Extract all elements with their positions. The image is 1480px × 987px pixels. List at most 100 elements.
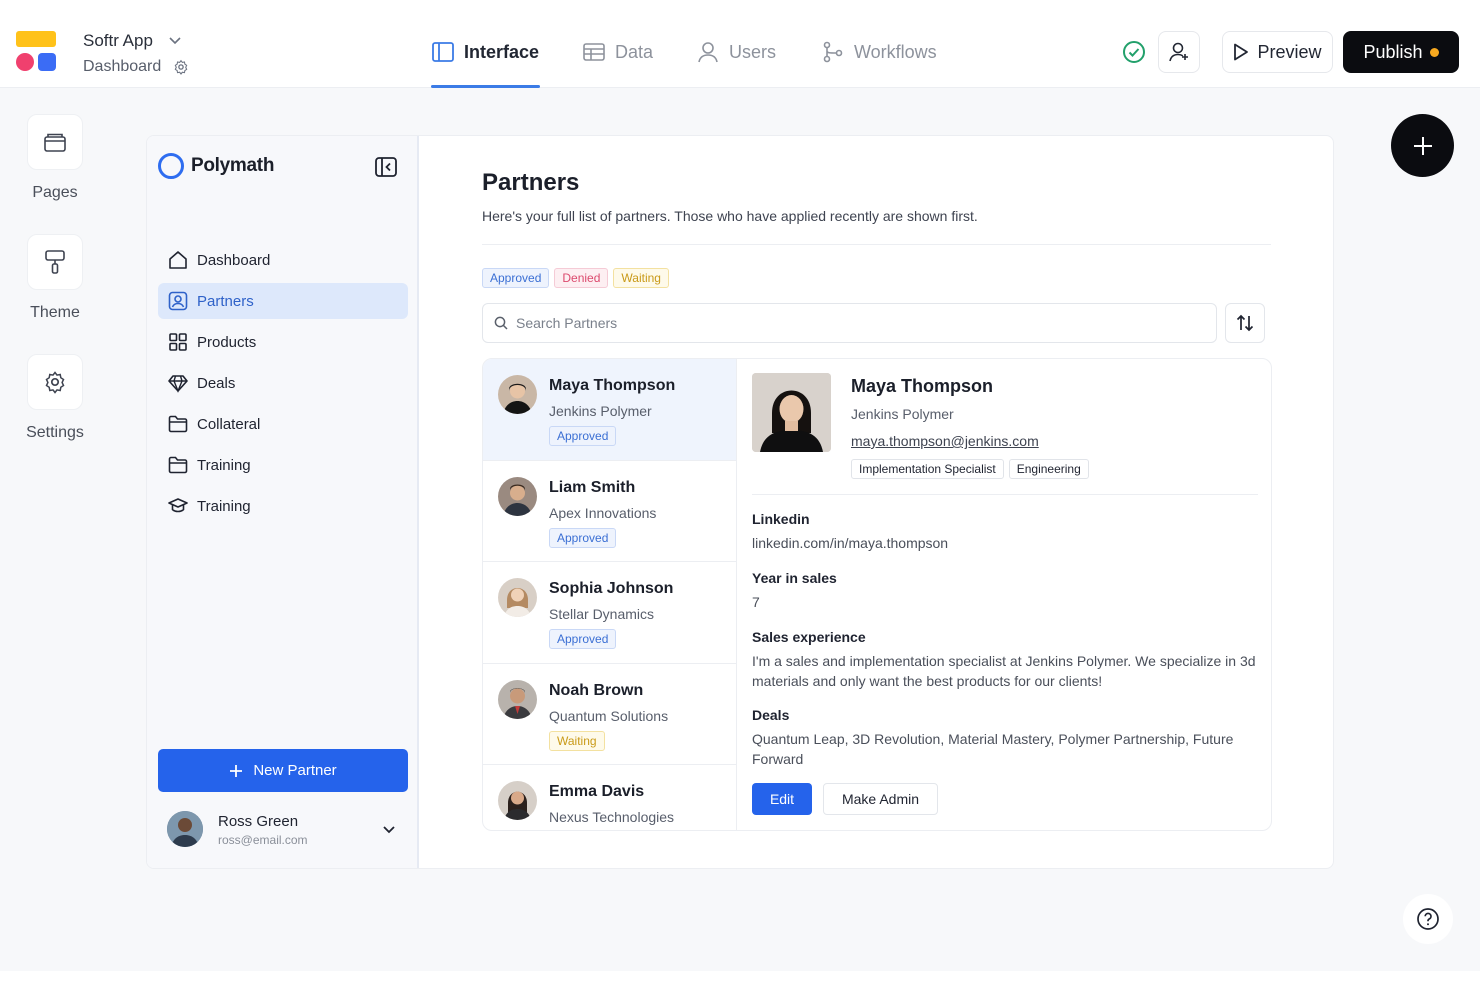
collapse-sidebar-icon[interactable] <box>375 157 397 177</box>
top-bar: Softr App Dashboard Interface Data Users… <box>0 0 1480 88</box>
graduation-cap-icon <box>168 498 188 513</box>
partner-photo <box>752 373 831 452</box>
gear-icon <box>45 371 65 394</box>
publish-label: Publish <box>1363 41 1423 62</box>
tab-interface[interactable]: Interface <box>432 40 539 64</box>
check-circle-icon[interactable] <box>1122 40 1146 64</box>
rail-pages[interactable]: Pages <box>26 114 84 202</box>
list-item[interactable]: Sophia Johnson Stellar Dynamics Approved <box>483 562 736 664</box>
folder-icon <box>168 456 188 474</box>
new-partner-button[interactable]: New Partner <box>158 749 408 792</box>
rail-settings[interactable]: Settings <box>26 354 84 442</box>
partners-panel: Maya Thompson Jenkins Polymer Approved L… <box>482 358 1272 831</box>
layout-panel-icon <box>432 42 454 62</box>
plus-icon <box>230 764 243 777</box>
partner-company: Apex Innovations <box>549 504 657 521</box>
tab-workflows[interactable]: Workflows <box>822 40 937 64</box>
field-years-in-sales: Year in sales 7 <box>752 570 1258 612</box>
sort-button[interactable] <box>1225 303 1265 343</box>
chevron-down-icon[interactable] <box>382 822 396 836</box>
field-label: Linkedin <box>752 511 810 527</box>
app-sidebar: Polymath Dashboard Partners Products Dea… <box>147 136 419 868</box>
contact-icon <box>168 291 188 311</box>
invite-collaborator-button[interactable] <box>1158 31 1200 73</box>
tag: Implementation Specialist <box>851 459 1004 479</box>
play-icon <box>1234 43 1249 61</box>
sidebar-item-collateral[interactable]: Collateral <box>158 406 408 442</box>
diamond-icon <box>168 375 188 393</box>
user-star-icon <box>1169 42 1188 62</box>
list-item[interactable]: Noah Brown Quantum Solutions Waiting <box>483 664 736 765</box>
sidebar-item-training[interactable]: Training <box>158 447 408 483</box>
sidebar-item-label: Collateral <box>197 415 261 433</box>
help-button[interactable] <box>1403 894 1453 944</box>
sidebar-item-products[interactable]: Products <box>158 324 408 360</box>
partner-company: Stellar Dynamics <box>549 606 655 622</box>
user-name: Ross Green <box>218 813 299 830</box>
list-item[interactable]: Emma Davis Nexus Technologies <box>483 765 736 830</box>
status-badge: Approved <box>549 426 617 446</box>
search-placeholder: Search Partners <box>516 315 618 331</box>
add-block-button[interactable] <box>1391 114 1454 177</box>
polymath-logo <box>158 153 184 179</box>
field-value: Quantum Leap, 3D Revolution, Material Ma… <box>752 731 1234 767</box>
current-user[interactable]: Ross Green ross@email.com <box>167 811 407 851</box>
chevron-down-icon[interactable] <box>168 33 182 47</box>
filter-denied[interactable]: Denied <box>554 268 609 288</box>
rail-theme[interactable]: Theme <box>26 234 84 322</box>
list-item[interactable]: Liam Smith Apex Innovations Approved <box>483 461 736 562</box>
divider <box>752 494 1258 495</box>
partner-name: Maya Thompson <box>549 377 676 394</box>
grid-icon <box>169 333 187 351</box>
field-label: Year in sales <box>752 570 837 586</box>
home-icon <box>169 251 187 269</box>
edit-button[interactable]: Edit <box>752 783 812 815</box>
page-subtitle: Here's your full list of partners. Those… <box>482 208 978 224</box>
tab-data[interactable]: Data <box>583 40 653 64</box>
field-deals: Deals Quantum Leap, 3D Revolution, Mater… <box>752 707 1258 769</box>
sidebar-nav: Dashboard Partners Products Deals Collat… <box>158 242 408 529</box>
preview-button[interactable]: Preview <box>1222 31 1333 73</box>
sidebar-item-partners[interactable]: Partners <box>158 283 408 319</box>
detail-name: Maya Thompson <box>851 376 994 396</box>
publish-button[interactable]: Publish <box>1343 31 1459 73</box>
partner-company: Jenkins Polymer <box>549 403 652 419</box>
app-preview-frame: Polymath Dashboard Partners Products Dea… <box>146 135 1334 869</box>
help-circle-icon <box>1417 908 1439 930</box>
sidebar-item-dashboard[interactable]: Dashboard <box>158 242 408 278</box>
sidebar-item-deals[interactable]: Deals <box>158 365 408 401</box>
partner-company: Quantum Solutions <box>549 707 669 724</box>
sidebar-item-training-courses[interactable]: Training <box>158 488 408 524</box>
partner-name: Sophia Johnson <box>549 580 674 597</box>
brand[interactable]: Polymath <box>158 153 274 179</box>
avatar <box>498 679 537 719</box>
filter-waiting[interactable]: Waiting <box>613 268 669 288</box>
page-title: Partners <box>482 169 580 196</box>
avatar <box>498 375 537 414</box>
status-badge: Approved <box>549 527 617 548</box>
new-partner-label: New Partner <box>253 762 337 779</box>
detail-email-link[interactable]: maya.thompson@jenkins.com <box>851 433 1039 449</box>
avatar <box>498 476 537 516</box>
partners-list: Maya Thompson Jenkins Polymer Approved L… <box>483 359 737 830</box>
field-linkedin: Linkedin linkedin.com/in/maya.thompson <box>752 511 1258 553</box>
filter-approved[interactable]: Approved <box>482 268 550 288</box>
make-admin-button[interactable]: Make Admin <box>823 783 938 815</box>
status-badge: Waiting <box>549 730 605 751</box>
app-name[interactable]: Softr App <box>83 31 153 51</box>
detail-company: Jenkins Polymer <box>851 406 954 422</box>
current-page-name: Dashboard <box>83 58 162 75</box>
field-sales-experience: Sales experience I'm a sales and impleme… <box>752 629 1258 691</box>
list-item[interactable]: Maya Thompson Jenkins Polymer Approved <box>483 359 736 461</box>
partner-name: Noah Brown <box>549 681 644 699</box>
rail-label: Theme <box>30 304 80 321</box>
search-input[interactable]: Search Partners <box>482 303 1217 343</box>
sidebar-item-label: Training <box>197 456 251 474</box>
tab-label: Data <box>615 41 654 62</box>
softr-logo[interactable] <box>16 31 58 73</box>
tab-users[interactable]: Users <box>697 40 776 64</box>
rail-label: Settings <box>26 424 84 441</box>
gear-icon[interactable] <box>173 59 189 75</box>
plus-icon <box>1413 136 1432 155</box>
detail-tags: Implementation Specialist Engineering <box>851 459 1089 479</box>
